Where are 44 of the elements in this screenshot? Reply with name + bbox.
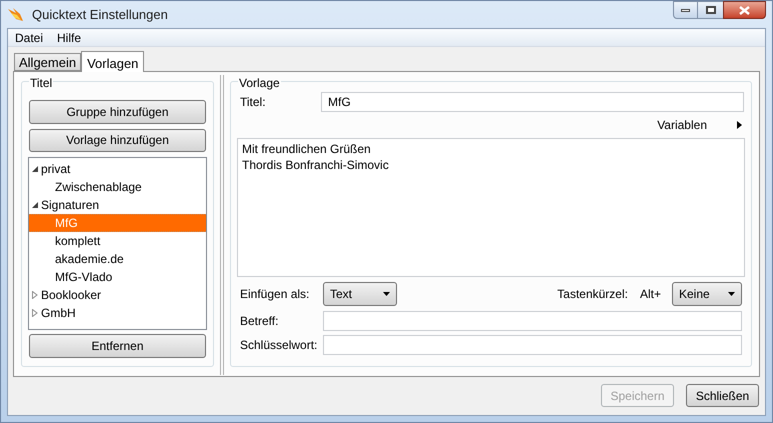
window-title: Quicktext Einstellungen [32,6,168,24]
field-label: Tastenkürzel: [557,286,628,302]
field-label: Titel: [239,94,267,111]
tree-item[interactable]: akademie.de [29,250,206,268]
tab[interactable]: Vorlagen [81,51,144,72]
remove-button[interactable]: Entfernen [29,334,206,358]
close-button[interactable] [723,1,766,19]
dropdown[interactable]: Text [323,282,397,306]
dropdown[interactable]: Keine [672,282,742,306]
tree-item[interactable]: Booklooker [29,286,206,304]
input-field[interactable] [323,311,742,331]
maximize-button[interactable] [698,1,723,19]
tree-item[interactable]: Signaturen [29,196,206,214]
caret-icon [383,292,390,296]
close-icon [739,6,750,14]
field-label: Einfügen als: [239,286,310,302]
arrow-right-icon [737,121,742,129]
tree-item[interactable]: komplett [29,232,206,250]
field-label: Schlüsselwort: [239,337,318,354]
field-label: Betreff: [239,313,280,330]
text-area[interactable]: Mit freundlichen Grüßen Thordis Bonfranchi-Simovic [237,138,745,277]
tree-item[interactable]: MfG-Vlado [29,268,206,286]
add-button[interactable]: Vorlage hinzufügen [29,128,206,152]
maximize-icon [706,6,716,14]
tree-item[interactable]: privat [29,160,206,178]
tab[interactable]: Allgemein [14,53,82,71]
caret-icon [728,292,735,296]
minimize-icon [681,8,690,12]
collapsed-triangle-icon[interactable] [31,291,39,300]
menu-item[interactable]: Hilfe [57,28,82,46]
collapsed-triangle-icon[interactable] [31,309,39,318]
input-field[interactable]: MfG [321,92,744,112]
input-field[interactable] [323,335,742,355]
variables-menu[interactable]: Variablen [657,116,742,134]
app-icon [7,7,24,22]
menu-item[interactable]: Datei [15,28,44,46]
expanded-triangle-icon[interactable] [31,165,39,174]
dialog-button[interactable]: Schließen [686,384,759,407]
expanded-triangle-icon[interactable] [31,201,39,210]
field-label: Alt+ [640,286,661,302]
minimize-button[interactable] [673,1,698,19]
add-button[interactable]: Gruppe hinzufügen [29,100,206,124]
tree-item[interactable]: GmbH [29,304,206,322]
tree-item[interactable]: Zwischenablage [29,178,206,196]
